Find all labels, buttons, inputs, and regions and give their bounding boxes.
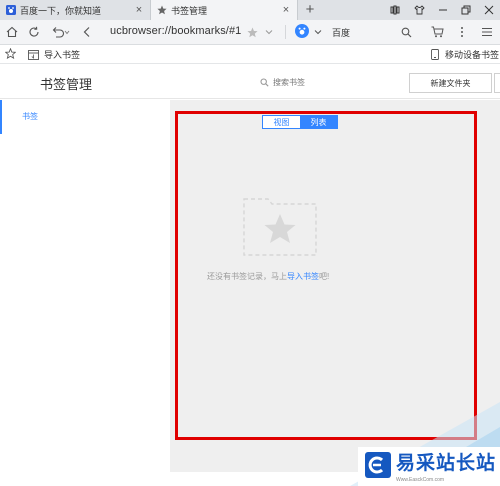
tab-baidu[interactable]: 百度一下，你就知道 ×	[0, 0, 150, 20]
sidebar-item-bookmarks[interactable]: 书签	[0, 100, 170, 134]
empty-folder-star-icon	[243, 198, 317, 256]
watermark: 易采站长站 Www.EasckCom.com	[358, 447, 500, 486]
divider	[285, 25, 286, 39]
tab-close-icon[interactable]: ×	[132, 4, 146, 16]
search-engine-label[interactable]: 百度	[332, 26, 350, 39]
header-extra-button[interactable]	[494, 73, 500, 93]
tab-bookmarks[interactable]: 书签管理 ×	[150, 0, 298, 20]
new-folder-button[interactable]: 新建文件夹	[409, 73, 492, 93]
bookmark-bar: 导入书签 移动设备书签	[0, 46, 500, 64]
bookmark-manager-header: 书签管理 新建文件夹	[0, 65, 500, 99]
list-mode-button[interactable]: 列表	[300, 116, 337, 128]
tab-title: 百度一下，你就知道	[20, 5, 102, 16]
url-field[interactable]: ucbrowser://bookmarks/#1	[110, 25, 241, 37]
new-tab-button[interactable]: +	[302, 0, 318, 20]
home-icon[interactable]	[5, 25, 19, 39]
bookmark-star-icon[interactable]	[247, 25, 258, 39]
view-mode-button[interactable]: 视图	[263, 116, 300, 128]
address-toolbar: ucbrowser://bookmarks/#1 百度	[0, 20, 500, 45]
watermark-url: Www.EasckCom.com	[396, 477, 445, 483]
refresh-icon[interactable]	[27, 25, 41, 39]
import-bookmarks-link[interactable]: 导入书签	[28, 48, 80, 61]
page-title: 书签管理	[40, 77, 93, 92]
menu-icon[interactable]	[481, 25, 493, 39]
sidebar: 书签	[0, 100, 170, 472]
import-bookmarks-inline-link[interactable]: 导入书签	[287, 272, 319, 281]
view-toggle: 视图 列表	[262, 115, 338, 129]
mobile-bookmarks-label: 移动设备书签	[445, 50, 500, 60]
watermark-logo-icon	[365, 452, 391, 478]
import-folder-icon	[28, 49, 39, 60]
bookmark-star-outline-icon[interactable]	[4, 47, 17, 62]
restore-icon[interactable]	[455, 0, 477, 20]
engine-dropdown-icon[interactable]	[314, 25, 322, 39]
baidu-paw-icon	[6, 5, 16, 15]
back-icon[interactable]	[80, 25, 94, 39]
empty-text-before: 还没有书签记录，马上	[207, 272, 287, 281]
empty-state-message: 还没有书签记录，马上导入书签吧!	[207, 271, 329, 282]
tab-strip: 百度一下，你就知道 × 书签管理 × +	[0, 0, 500, 20]
shirt-skin-icon[interactable]	[408, 0, 430, 20]
address-dropdown-icon[interactable]	[265, 25, 273, 39]
star-icon	[157, 5, 167, 15]
import-bookmarks-label: 导入书签	[44, 50, 81, 60]
mobile-device-icon	[431, 49, 439, 60]
search-input[interactable]	[273, 78, 353, 87]
bookmark-search	[260, 78, 353, 87]
baidu-engine-icon[interactable]	[295, 24, 309, 38]
sidebar-item-label: 书签	[22, 112, 38, 121]
empty-text-after: 吧!	[319, 272, 330, 281]
search-icon	[260, 78, 269, 87]
tab-list-icon[interactable]	[384, 0, 406, 20]
cart-icon[interactable]	[431, 25, 444, 39]
search-icon[interactable]	[401, 25, 412, 39]
mobile-bookmarks-link[interactable]: 移动设备书签	[431, 48, 499, 61]
watermark-name: 易采站长站	[396, 452, 497, 474]
more-menu-icon[interactable]	[460, 25, 464, 39]
undo-close-icon[interactable]	[50, 25, 72, 39]
tab-title: 书签管理	[171, 5, 208, 16]
minimize-icon[interactable]	[432, 0, 454, 20]
tab-close-icon[interactable]: ×	[279, 4, 293, 16]
close-window-icon[interactable]	[478, 0, 500, 20]
